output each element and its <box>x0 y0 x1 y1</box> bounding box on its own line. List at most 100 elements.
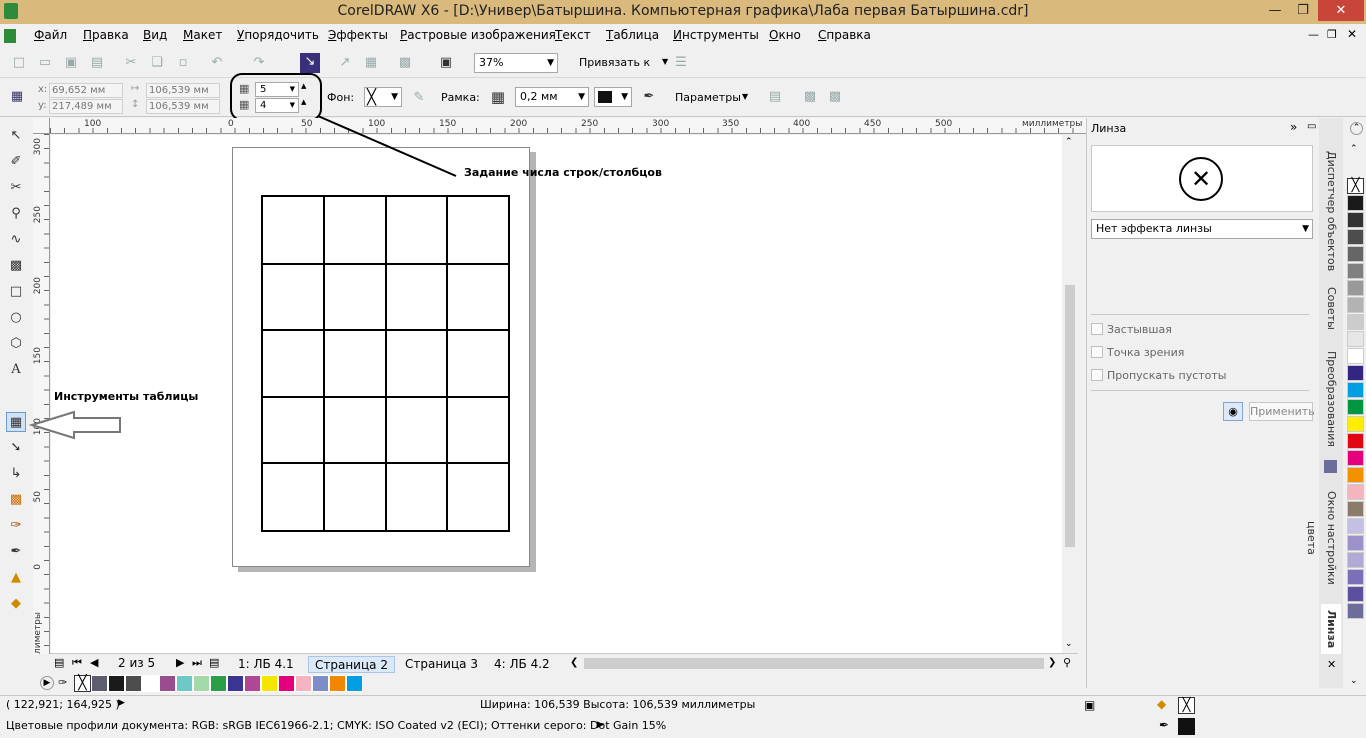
color-swatch[interactable] <box>108 675 125 692</box>
color-swatch[interactable] <box>1347 433 1364 449</box>
color-swatch[interactable] <box>346 675 363 692</box>
color-swatch[interactable] <box>210 675 227 692</box>
color-swatch[interactable] <box>1347 246 1364 262</box>
remove-face-checkbox[interactable] <box>1091 369 1103 381</box>
expand-icon[interactable]: ▶ <box>597 720 604 730</box>
palette-scroll-down-icon[interactable]: ⌄ <box>1350 676 1358 686</box>
lens-docker: Линза » ▭ ✕ Нет эффекта линзы ▼ Застывшая… <box>1086 118 1319 688</box>
color-swatch[interactable] <box>142 675 159 692</box>
object-info-icon: ▣ <box>1084 698 1096 712</box>
docker-tabs: Диспетчер объектов Советы Преобразования… <box>1305 118 1343 688</box>
annotation-line <box>317 115 457 177</box>
color-swatch[interactable] <box>1347 518 1364 534</box>
eyedropper-icon[interactable]: ✑ <box>58 676 67 689</box>
color-swatch[interactable] <box>1347 314 1364 330</box>
prev-page-icon[interactable]: ◀ <box>90 656 98 669</box>
tab-transformations[interactable]: Преобразования <box>1321 344 1341 454</box>
lens-effect-select[interactable]: Нет эффекта линзы ▼ <box>1091 219 1313 239</box>
color-swatch[interactable] <box>312 675 329 692</box>
document-palette: ▶ ✑ ╳ <box>32 673 1078 695</box>
color-swatch[interactable] <box>1347 416 1364 432</box>
color-swatch[interactable] <box>1347 229 1364 245</box>
color-swatch[interactable] <box>1347 297 1364 313</box>
first-page-icon[interactable]: ⏮ <box>72 656 82 670</box>
page-tab-4[interactable]: 4: ЛБ 4.2 <box>488 656 556 673</box>
horizontal-scroll-thumb[interactable] <box>584 658 1044 669</box>
remove-face-label: Пропускать пустоты <box>1107 369 1227 382</box>
scroll-right-icon[interactable]: ❯ <box>1048 657 1056 668</box>
color-swatch[interactable] <box>1347 195 1364 211</box>
apply-button[interactable]: Применить <box>1249 402 1315 421</box>
color-swatch[interactable] <box>227 675 244 692</box>
rowcol-annotation: Задание числа строк/столбцов <box>464 166 662 179</box>
color-swatch[interactable] <box>125 675 142 692</box>
color-swatch[interactable] <box>278 675 295 692</box>
color-swatch[interactable] <box>244 675 261 692</box>
color-swatch[interactable] <box>1347 467 1364 483</box>
color-swatch[interactable] <box>1347 569 1364 585</box>
docker-minimize-icon[interactable]: ▭ <box>1307 121 1316 132</box>
page-tab-2[interactable]: Страница 2 <box>308 656 395 673</box>
tab-lens[interactable]: Линза <box>1321 604 1341 654</box>
color-swatch[interactable] <box>295 675 312 692</box>
page-tab-3[interactable]: Страница 3 <box>399 656 484 673</box>
outline-color-indicator[interactable] <box>1178 718 1195 735</box>
color-swatch[interactable] <box>1347 552 1364 568</box>
frozen-checkbox[interactable] <box>1091 323 1103 335</box>
expand-icon[interactable]: ▶ <box>118 698 125 708</box>
color-swatch[interactable] <box>1347 535 1364 551</box>
color-swatch[interactable] <box>1347 280 1364 296</box>
color-swatch[interactable] <box>91 675 108 692</box>
color-swatch[interactable] <box>159 675 176 692</box>
color-swatch[interactable] <box>1347 348 1364 364</box>
lock-icon[interactable]: ◉ <box>1223 402 1243 421</box>
color-profiles-info[interactable]: Цветовые профили документа: RGB: sRGB IE… <box>6 719 666 732</box>
color-swatch[interactable] <box>1347 501 1364 517</box>
docker-collapse-icon[interactable]: » <box>1290 120 1297 134</box>
color-swatch[interactable] <box>1347 399 1364 415</box>
color-swatch[interactable] <box>1347 603 1364 619</box>
viewpoint-label: Точка зрения <box>1107 346 1185 359</box>
no-lens-icon: ✕ <box>1179 157 1223 201</box>
next-page-icon[interactable]: ▶ <box>176 656 184 669</box>
tab-hints[interactable]: Советы <box>1321 280 1341 336</box>
no-color-swatch[interactable]: ╳ <box>1347 178 1364 194</box>
color-swatch[interactable] <box>329 675 346 692</box>
tab-color-styles[interactable]: Окно настройки цвета <box>1305 478 1341 598</box>
color-swatch[interactable] <box>1347 484 1364 500</box>
palette-scroll-up-icon[interactable]: ⌃ <box>1350 144 1358 154</box>
add-page-after-icon[interactable]: ▤ <box>209 656 219 669</box>
zoom-navigator-icon[interactable]: ⚲ <box>1063 656 1071 669</box>
add-page-icon[interactable]: ▤ <box>54 656 64 669</box>
color-swatch[interactable] <box>1347 382 1364 398</box>
annotation-arrow <box>28 410 121 440</box>
color-swatch[interactable] <box>261 675 278 692</box>
color-swatch[interactable] <box>1347 450 1364 466</box>
close-tabs-icon[interactable]: ✕ <box>1327 658 1336 671</box>
cursor-coordinates: ( 122,921; 164,925 ) <box>6 698 120 711</box>
color-swatch[interactable] <box>1347 212 1364 228</box>
color-swatch[interactable] <box>1347 263 1364 279</box>
palette-menu-icon[interactable]: ▶ <box>40 676 54 690</box>
no-color-swatch[interactable]: ╳ <box>74 675 91 692</box>
docker-header: Линза » ▭ <box>1087 118 1319 138</box>
tab-object-manager[interactable]: Диспетчер объектов <box>1321 146 1341 276</box>
color-docker-icon <box>1324 460 1337 473</box>
color-swatch[interactable] <box>176 675 193 692</box>
lens-preview: ✕ <box>1091 145 1313 212</box>
fill-color-indicator[interactable]: ╳ <box>1178 697 1195 714</box>
color-swatch[interactable] <box>193 675 210 692</box>
scroll-left-icon[interactable]: ❮ <box>570 657 578 668</box>
color-swatch[interactable] <box>1347 365 1364 381</box>
docker-title: Линза <box>1091 122 1127 135</box>
object-size-info: Ширина: 106,539 Высота: 106,539 миллимет… <box>480 698 756 711</box>
last-page-icon[interactable]: ⏭ <box>192 656 202 670</box>
page-counter: 2 из 5 <box>118 656 156 670</box>
color-swatch[interactable] <box>1347 331 1364 347</box>
palette-up-icon[interactable]: ⌃ <box>1350 122 1363 135</box>
page-tab-1[interactable]: 1: ЛБ 4.1 <box>232 656 300 673</box>
status-bar: ( 122,921; 164,925 ) ▶ Ширина: 106,539 В… <box>0 695 1366 738</box>
color-swatch[interactable] <box>1347 586 1364 602</box>
divider <box>1091 314 1309 315</box>
viewpoint-checkbox[interactable] <box>1091 346 1103 358</box>
